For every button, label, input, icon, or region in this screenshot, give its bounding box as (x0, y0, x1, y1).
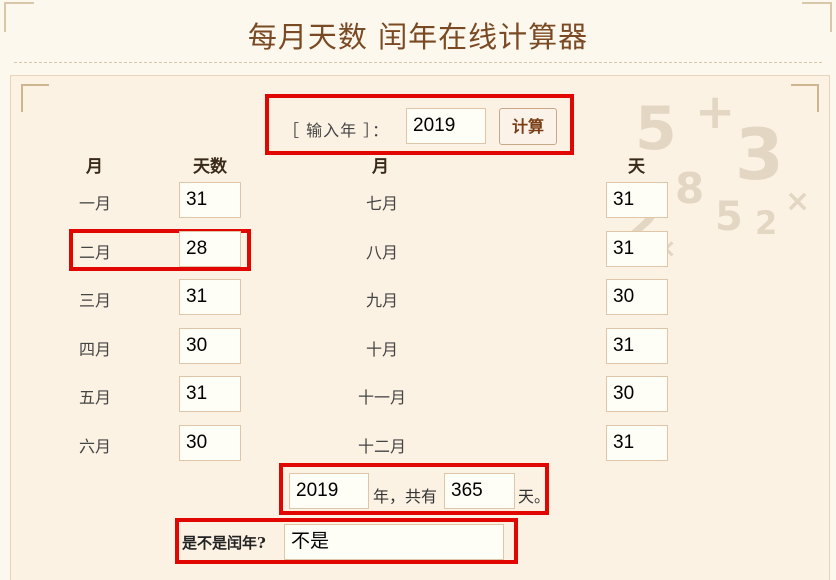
month-days-field[interactable]: 31 (179, 279, 241, 315)
month-days-field[interactable]: 30 (179, 328, 241, 364)
summary-total-days-field[interactable]: 365 (444, 473, 515, 509)
month-label: 八月 (365, 243, 398, 262)
month-label: 九月 (365, 291, 398, 310)
month-label: 二月 (78, 243, 111, 262)
month-label: 六月 (78, 437, 111, 456)
year-input[interactable]: 2019 (406, 108, 486, 144)
month-label: 十二月 (357, 437, 406, 456)
column-header-days-left: 天数 (193, 157, 227, 177)
year-input-label: ［ 输入年 ］： (283, 121, 390, 140)
column-header-month-right: 月 (372, 157, 389, 177)
summary-text-end: 天。 (518, 487, 551, 506)
month-label: 三月 (78, 291, 111, 310)
month-label: 四月 (78, 340, 111, 359)
page-title: 每月天数 闰年在线计算器 (247, 20, 589, 54)
month-days-field[interactable]: 31 (179, 376, 241, 412)
month-days-field[interactable]: 30 (606, 279, 668, 315)
month-days-field[interactable]: 31 (606, 182, 668, 218)
month-label: 一月 (78, 194, 111, 213)
calculate-button[interactable]: 计算 (499, 108, 557, 145)
month-label: 五月 (78, 388, 111, 407)
column-header-month-left: 月 (86, 157, 103, 177)
month-days-field[interactable]: 31 (606, 328, 668, 364)
month-days-field[interactable]: 31 (606, 231, 668, 267)
panel-corner-ornament (21, 84, 49, 112)
summary-year-field[interactable]: 2019 (289, 473, 369, 509)
month-label: 七月 (365, 194, 398, 213)
summary-text-mid: 年，共有 (373, 487, 438, 506)
leap-year-field[interactable]: 不是 (284, 524, 504, 560)
column-header-days-right: 天 (628, 157, 645, 177)
month-label: 十月 (365, 340, 398, 359)
leap-year-label: 是不是闰年? (182, 534, 266, 552)
month-label: 十一月 (357, 388, 406, 407)
month-days-field[interactable]: 28 (179, 231, 241, 267)
month-days-field[interactable]: 30 (179, 425, 241, 461)
month-days-field[interactable]: 31 (606, 425, 668, 461)
title-divider (14, 62, 822, 63)
month-days-field[interactable]: 30 (606, 376, 668, 412)
month-days-field[interactable]: 31 (179, 182, 241, 218)
